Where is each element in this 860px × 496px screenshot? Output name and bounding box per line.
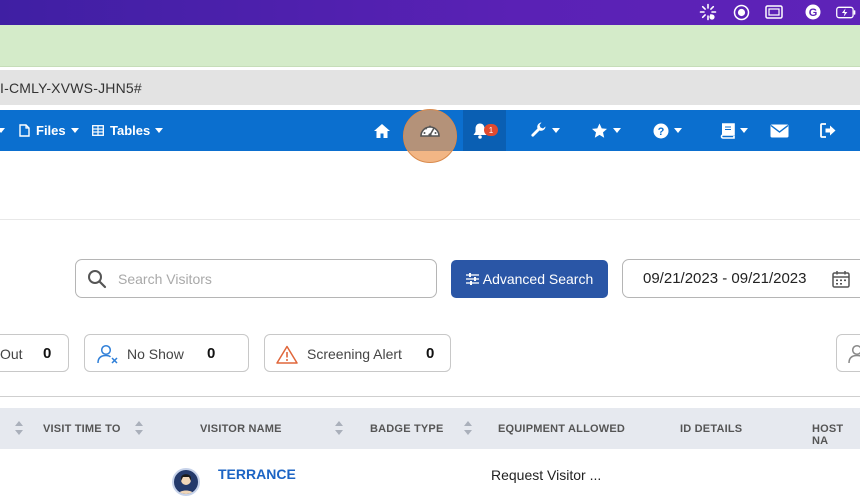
col-badge-type[interactable]: BADGE TYPE [370,423,444,435]
record-icon[interactable] [731,3,751,21]
col-host-name[interactable]: HOST NA [812,423,860,447]
chevron-down-icon [70,128,79,133]
tables-menu[interactable]: Tables [92,110,164,151]
section-divider [0,219,860,220]
chevron-down-icon[interactable] [0,128,5,133]
dashboard-button[interactable] [403,109,457,163]
favorites-menu[interactable] [589,110,623,151]
stat-card-partial[interactable] [836,334,860,372]
chevron-down-icon [613,128,621,133]
wrench-icon [531,122,546,137]
col-id-details[interactable]: ID DETAILS [680,423,742,435]
table-icon [92,125,104,136]
url-text: I-CMLY-XVWS-JHN5# [0,80,142,96]
activity-monitor-icon[interactable] [698,3,718,21]
stat-screening-alert-label: Screening Alert [307,346,402,362]
chevron-down-icon [552,128,560,133]
files-menu[interactable]: Files [19,110,79,151]
sliders-icon [465,273,479,285]
svg-text:?: ? [657,126,664,138]
date-range-picker[interactable]: 09/21/2023 - 09/21/2023 [622,259,860,298]
grammarly-icon[interactable]: G [803,3,823,21]
visitors-table-header: VISIT TIME TO VISITOR NAME BADGE TYPE EQ… [0,408,860,449]
search-visitors-input[interactable] [118,268,418,290]
chevron-down-icon [673,128,682,133]
files-label: Files [36,123,66,138]
address-bar[interactable]: I-CMLY-XVWS-JHN5# [0,70,860,105]
tables-label: Tables [110,123,151,138]
book-icon [720,122,735,139]
equipment-cell: Request Visitor ... [491,467,602,483]
sort-icon[interactable] [464,421,472,435]
stat-no-show-label: No Show [127,346,184,362]
home-icon[interactable] [372,110,392,151]
help-menu[interactable]: ? [650,110,684,151]
stat-out-label: Out [0,346,23,362]
visitor-avatar [172,468,200,496]
stat-card-out[interactable]: Out 0 [0,334,69,372]
search-visitors-field[interactable] [75,259,437,298]
chevron-down-icon [155,128,164,133]
stat-card-no-show[interactable]: No Show 0 [84,334,249,372]
warning-icon [276,345,298,364]
file-icon [19,124,30,137]
battery-charging-icon[interactable] [836,3,856,21]
stat-card-screening-alert[interactable]: Screening Alert 0 [264,334,451,372]
stat-out-count: 0 [43,345,52,362]
stat-screening-alert-count: 0 [426,345,435,362]
sort-icon[interactable] [335,421,343,435]
dashboard-gauge-icon [420,125,440,137]
wrench-menu[interactable] [528,110,562,151]
sort-icon[interactable] [135,421,143,435]
notification-count-badge: 1 [484,124,498,136]
logout-icon[interactable] [817,110,839,151]
advanced-search-label: Advanced Search [482,271,594,287]
svg-text:G: G [809,7,818,19]
col-visitor-name[interactable]: VISITOR NAME [200,423,282,435]
table-top-divider [0,396,860,397]
col-visit-time-to[interactable]: VISIT TIME TO [43,423,121,435]
col-equipment-allowed[interactable]: EQUIPMENT ALLOWED [498,423,625,435]
user-remove-icon [97,344,118,364]
date-range-value: 09/21/2023 - 09/21/2023 [643,270,807,287]
mail-icon[interactable] [768,110,790,151]
calendar-icon[interactable] [832,270,850,288]
user-icon [848,344,860,364]
chevron-down-icon [739,128,748,133]
status-band [0,25,860,67]
screen-mirror-icon[interactable] [764,3,784,21]
help-icon: ? [653,123,668,138]
star-icon [592,123,607,138]
sort-icon[interactable] [15,421,23,435]
search-icon [88,270,107,289]
stat-no-show-count: 0 [207,345,216,362]
book-menu[interactable] [716,110,750,151]
system-menu-bar: G [0,0,860,25]
advanced-search-button[interactable]: Advanced Search [451,260,608,298]
